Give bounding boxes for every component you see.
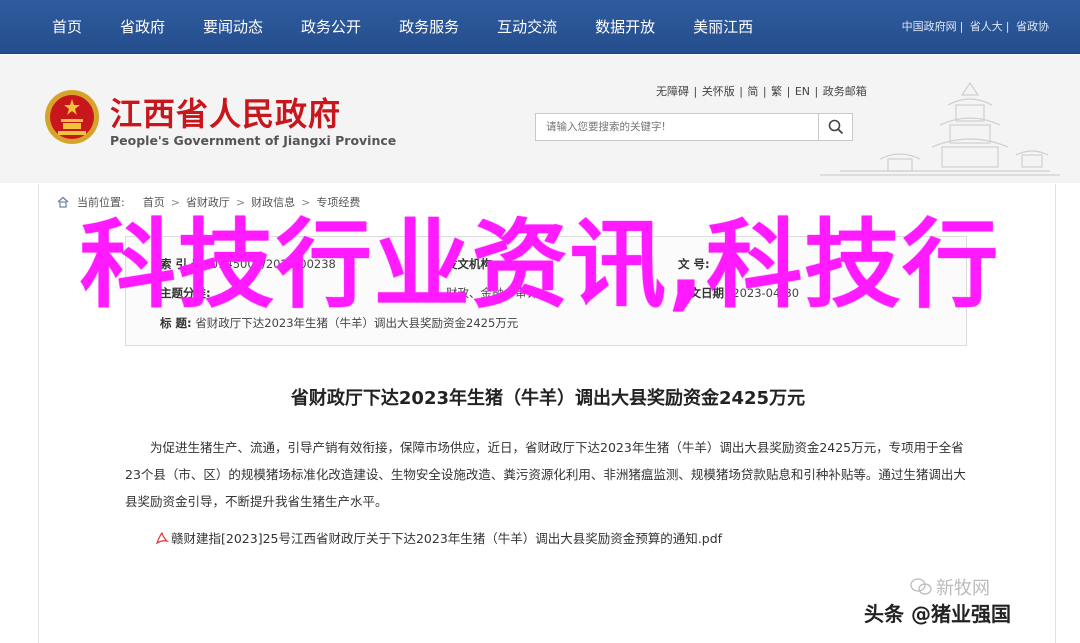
pavilion-illustration-icon (820, 81, 1060, 176)
site-header: 江西省人民政府 People's Government of Jiangxi P… (0, 55, 1080, 183)
link-traditional[interactable]: 繁 (771, 85, 782, 98)
breadcrumb-item-home[interactable]: 首页 (143, 194, 165, 210)
wechat-icon (910, 578, 932, 595)
nav-item-public-affairs[interactable]: 政务公开 (289, 0, 373, 54)
article-body: 为促进生猪生产、流通，引导产销有效衔接，保障市场供应，近日，省财政厅下达2023… (125, 434, 967, 515)
top-nav-bar: 首页 省政府 要闻动态 政务公开 政务服务 互动交流 数据开放 美丽江西 中国政… (0, 0, 1080, 54)
search-input[interactable] (536, 114, 818, 140)
nav-item-home[interactable]: 首页 (40, 0, 94, 54)
attachment-filename: 赣财建指[2023]25号江西省财政厅关于下达2023年生猪（牛羊）调出大县奖励… (171, 531, 723, 546)
link-provincial-congress[interactable]: 省人大 (970, 20, 1003, 33)
breadcrumb-label: 当前位置: (77, 196, 125, 209)
breadcrumb: 当前位置: 首页 > 省财政厅 > 财政信息 > 专项经费 (57, 194, 360, 210)
pdf-icon (155, 531, 169, 544)
home-icon (57, 196, 69, 208)
overlay-headline: 科技行业资讯,科技行 (79, 209, 1001, 321)
top-links: 中国政府网 | 省人大 | 省政协 (901, 20, 1049, 33)
nav-item-news[interactable]: 要闻动态 (191, 0, 275, 54)
link-accessibility[interactable]: 无障碍 (656, 85, 689, 98)
link-provincial-cppcc[interactable]: 省政协 (1016, 20, 1049, 33)
watermark-author: 头条 @猪业强国 (864, 602, 1011, 626)
link-simplified[interactable]: 简 (747, 85, 758, 98)
breadcrumb-item-special-funds[interactable]: 专项经费 (316, 194, 360, 210)
site-subtitle: People's Government of Jiangxi Province (110, 133, 397, 148)
watermark-source: 新牧网 (910, 574, 990, 600)
breadcrumb-item-finance-dept[interactable]: 省财政厅 (186, 194, 230, 210)
national-emblem-icon[interactable] (44, 89, 100, 145)
nav-item-beautiful-jiangxi[interactable]: 美丽江西 (681, 0, 765, 54)
site-title[interactable]: 江西省人民政府 (110, 89, 341, 135)
link-english[interactable]: EN (795, 85, 810, 98)
article-paragraph: 为促进生猪生产、流通，引导产销有效衔接，保障市场供应，近日，省财政厅下达2023… (125, 440, 966, 509)
watermark-source-text: 新牧网 (936, 578, 990, 599)
article-title: 省财政厅下达2023年生猪（牛羊）调出大县奖励资金2425万元 (290, 388, 806, 409)
breadcrumb-separator: > (170, 195, 180, 209)
breadcrumb-separator: > (235, 195, 246, 209)
breadcrumb-separator: > (301, 195, 311, 209)
main-nav: 首页 省政府 要闻动态 政务公开 政务服务 互动交流 数据开放 美丽江西 (40, 0, 779, 54)
nav-item-open-data[interactable]: 数据开放 (583, 0, 667, 54)
nav-item-services[interactable]: 政务服务 (387, 0, 471, 54)
search-box (535, 113, 853, 141)
nav-item-government[interactable]: 省政府 (108, 0, 177, 54)
nav-item-interaction[interactable]: 互动交流 (485, 0, 569, 54)
link-care-version[interactable]: 关怀版 (702, 85, 735, 98)
link-china-gov[interactable]: 中国政府网 (902, 20, 957, 33)
breadcrumb-item-finance-info[interactable]: 财政信息 (251, 194, 295, 210)
attachment-link[interactable]: 赣财建指[2023]25号江西省财政厅关于下达2023年生猪（牛羊）调出大县奖励… (155, 528, 722, 547)
